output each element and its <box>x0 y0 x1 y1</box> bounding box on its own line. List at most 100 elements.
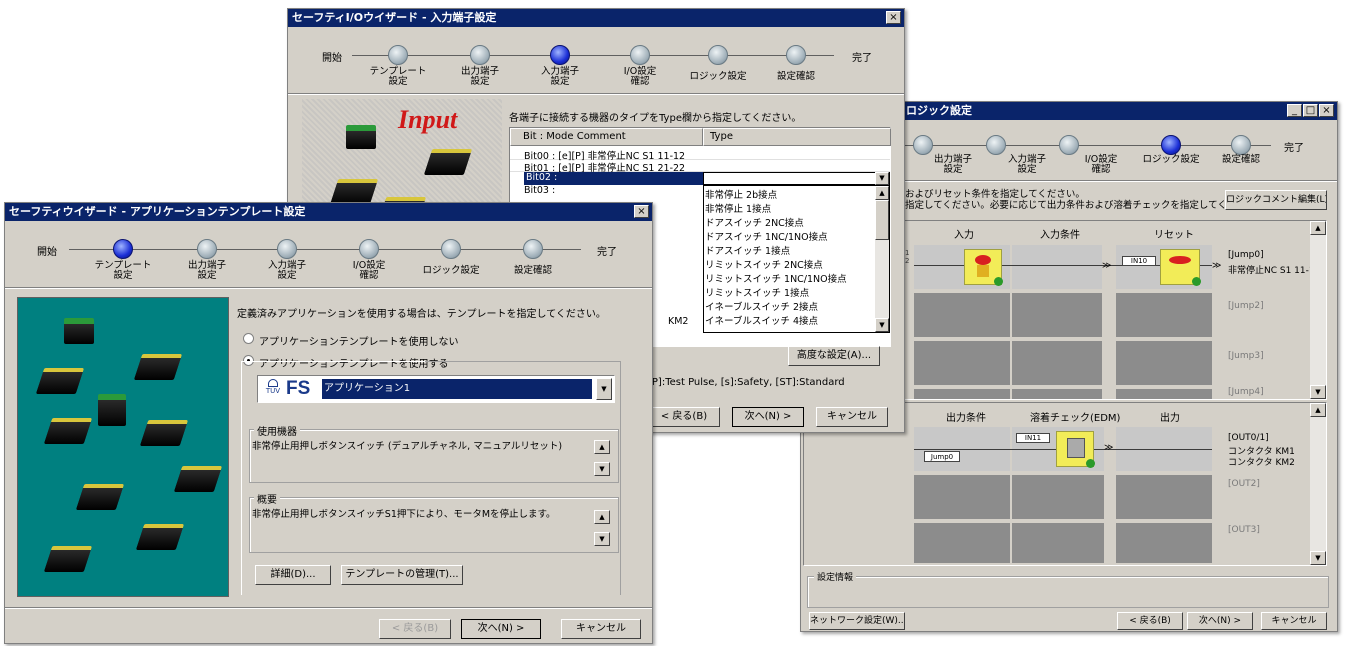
step-node <box>786 45 806 65</box>
scroll-up-icon[interactable]: ▲ <box>594 440 610 454</box>
in10-tag[interactable]: IN10 <box>1122 256 1156 266</box>
scroll-up-icon[interactable]: ▲ <box>875 186 889 200</box>
details-button[interactable]: 詳細(D)... <box>255 565 331 585</box>
grid-row-label: Bit02 : <box>524 172 703 185</box>
scroll-thumb[interactable] <box>875 200 889 240</box>
devices-text: 非常停止用押しボタンスイッチ (デュアルチャネル, マニュアルリセット) <box>252 441 563 452</box>
fs-logo: FS <box>286 378 311 399</box>
scroll-up-icon[interactable]: ▲ <box>1310 221 1326 235</box>
legend-text: [P]:Test Pulse, [s]:Safety, [ST]:Standar… <box>648 377 845 388</box>
col-header-type: Type <box>703 128 891 146</box>
window-title: セーフティI/Oウイザード - 入力端子設定 <box>292 11 497 24</box>
dropdown-option[interactable]: 非常停止 1接点 <box>704 201 874 215</box>
dropdown-scrollbar[interactable]: ▲ ▼ <box>875 186 889 332</box>
jump-label: [Jump3] <box>1228 351 1264 361</box>
back-button[interactable]: < 戻る(B) <box>648 407 720 427</box>
dropdown-option[interactable]: ドアスイッチ 2NC接点 <box>704 215 874 229</box>
back-button[interactable]: < 戻る(B) <box>1117 612 1183 630</box>
type-dropdown-list[interactable]: 非常停止 2b接点 非常停止 1接点 ドアスイッチ 2NC接点 ドアスイッチ 1… <box>703 185 890 333</box>
dropdown-option[interactable]: ドアスイッチ 1接点 <box>704 243 874 257</box>
grid-row[interactable]: Bit01 : [e][P] 非常停止NC S1 21-22 <box>510 160 890 174</box>
jump0-comment: 非常停止NC S1 11-12 <box>1228 266 1321 276</box>
status-ok-icon <box>1192 277 1201 286</box>
advanced-settings-button[interactable]: 高度な設定(A)... <box>788 346 880 366</box>
header-input-condition: 入力条件 <box>1040 230 1080 241</box>
scroll-up-icon[interactable]: ▲ <box>594 510 610 524</box>
template-selected-value: アプリケーション1 <box>322 379 592 399</box>
reset-device-icon <box>1160 249 1201 286</box>
dropdown-option[interactable]: リミットスイッチ 1NC/1NO接点 <box>704 271 874 285</box>
title-bar: セーフティウイザード - アプリケーションテンプレート設定 <box>5 203 652 221</box>
logic-cell <box>1116 475 1212 519</box>
dropdown-option[interactable]: イネーブルスイッチ 4接点 <box>704 313 874 327</box>
logic-comment-edit-button[interactable]: ロジックコメント編集(L)... <box>1225 190 1327 210</box>
chevron-down-icon[interactable]: ▼ <box>596 378 612 400</box>
scroll-down-icon[interactable]: ▼ <box>1310 385 1326 399</box>
type-combobox[interactable]: ▼ <box>703 172 890 185</box>
maximize-icon[interactable]: □ <box>1303 104 1318 117</box>
template-select[interactable]: TÜV FS アプリケーション1 ▼ <box>257 375 615 403</box>
logic-cell <box>1116 293 1212 337</box>
header-output: 出力 <box>1160 413 1180 424</box>
template-illustration <box>17 297 229 597</box>
grid-row[interactable]: Bit00 : [e][P] 非常停止NC S1 11-12 <box>510 148 890 162</box>
cancel-button[interactable]: キャンセル <box>1261 612 1327 630</box>
step-node <box>1231 135 1251 155</box>
manage-templates-button[interactable]: テンプレートの管理(T)... <box>341 565 463 585</box>
input-panel-scrollbar[interactable]: ▲ ▼ <box>1310 221 1326 399</box>
input-banner: Input <box>398 105 458 134</box>
status-ok-icon <box>1086 459 1095 468</box>
scroll-up-icon[interactable]: ▲ <box>1310 403 1326 417</box>
step-start-label: 開始 <box>322 53 342 64</box>
window-title: セーフティウイザード - アプリケーションテンプレート設定 <box>9 205 306 218</box>
radio-no-template-label: アプリケーションテンプレートを使用しない <box>259 337 459 348</box>
controller-device-icon <box>98 394 126 426</box>
close-icon[interactable]: × <box>886 11 901 24</box>
cancel-button[interactable]: キャンセル <box>561 619 641 639</box>
reset-button-icon <box>1169 256 1191 264</box>
next-button[interactable]: 次へ(N) > <box>461 619 541 639</box>
step-label: 入力端子 設定 <box>267 260 306 281</box>
next-button[interactable]: 次へ(N) > <box>732 407 804 427</box>
io-device-icon <box>139 420 189 446</box>
minimize-icon[interactable]: _ <box>1287 104 1302 117</box>
dropdown-option[interactable]: イネーブルスイッチ 2接点 <box>704 299 874 313</box>
step-label: ロジック設定 <box>422 265 480 276</box>
network-settings-button[interactable]: ネットワーク設定(W)... <box>809 612 905 630</box>
summary-group: 概要 非常停止用押しボタンスイッチS1押下により、モータMを停止します。 ▲ ▼ <box>249 491 619 553</box>
chevron-down-icon[interactable]: ▼ <box>875 172 889 185</box>
logic-cell <box>1012 341 1102 385</box>
scroll-down-icon[interactable]: ▼ <box>594 532 610 546</box>
step-node <box>523 239 543 259</box>
logic-cell <box>1012 293 1102 337</box>
radio-no-template[interactable] <box>243 333 254 344</box>
scroll-down-icon[interactable]: ▼ <box>875 318 889 332</box>
step-track <box>352 55 834 56</box>
in11-tag[interactable]: IN11 <box>1016 433 1050 443</box>
scroll-down-icon[interactable]: ▼ <box>1310 551 1326 565</box>
jump0-label: [Jump0] <box>1228 250 1264 260</box>
io-device-icon <box>75 484 125 510</box>
scroll-down-icon[interactable]: ▼ <box>594 462 610 476</box>
dropdown-option-selected[interactable]: 非常停止 2b接点 <box>704 187 874 201</box>
cancel-button[interactable]: キャンセル <box>816 407 888 427</box>
close-icon[interactable]: × <box>634 205 649 218</box>
contactor-device-icon <box>1056 431 1095 468</box>
grid-row-partial: KM2 <box>668 316 689 327</box>
jump0-tag[interactable]: Jump0 <box>924 451 960 462</box>
back-button[interactable]: < 戻る(B) <box>379 619 451 639</box>
step-node <box>470 45 490 65</box>
next-button[interactable]: 次へ(N) > <box>1187 612 1253 630</box>
header-reset: リセット <box>1154 230 1194 241</box>
dropdown-option[interactable]: リミットスイッチ 2NC接点 <box>704 257 874 271</box>
step-label: ロジック設定 <box>1142 154 1200 165</box>
output-panel-scrollbar[interactable]: ▲ ▼ <box>1310 403 1326 565</box>
settings-info-group: 設定情報 <box>807 570 1329 608</box>
dropdown-option[interactable]: リミットスイッチ 1接点 <box>704 285 874 299</box>
step-node <box>441 239 461 259</box>
step-node <box>197 239 217 259</box>
dropdown-option[interactable]: ドアスイッチ 1NC/1NO接点 <box>704 229 874 243</box>
grid-row-selected[interactable]: Bit02 : ▼ <box>510 172 890 185</box>
close-icon[interactable]: × <box>1319 104 1334 117</box>
group-rule <box>425 361 621 362</box>
